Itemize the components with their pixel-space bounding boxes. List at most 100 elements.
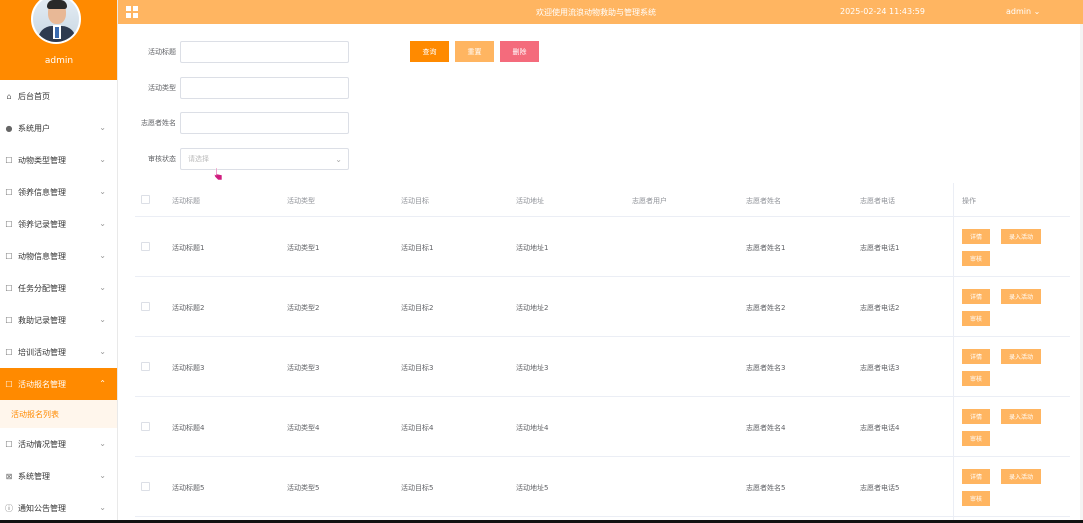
sidebar-item[interactable]: ⌂ 后台首页 [0, 80, 117, 112]
volunteer-label: 志愿者姓名 [141, 119, 176, 127]
system-title: 欢迎使用流浪动物救助与管理系统 [536, 8, 656, 17]
doc-icon: ☐ [5, 347, 13, 357]
detail-button[interactable]: 详情 [962, 409, 990, 424]
volunteer-search-row: 志愿者姓名 [118, 112, 349, 134]
table-cell: 志愿者姓名4 [746, 424, 786, 432]
pointer-cursor-icon [213, 167, 223, 181]
table-cell: 志愿者电话1 [860, 244, 900, 252]
chevron-down-icon: ⌄ [99, 155, 106, 164]
row-checkbox[interactable] [141, 482, 150, 491]
sidebar-item-label: 培训活动管理 [18, 347, 66, 357]
table-cell: 活动地址4 [516, 424, 549, 432]
sidebar-item[interactable]: ☐ 领养信息管理 ⌄ [0, 176, 117, 208]
title-input[interactable] [180, 41, 349, 63]
table-row: 活动标题1 活动类型1 活动目标1 活动地址1 志愿者姓名1 志愿者电话1 详情 录入活动 审核 [135, 217, 1070, 277]
table-cell: 活动目标2 [401, 304, 434, 312]
chevron-down-icon: ⌄ [335, 155, 342, 164]
doc-icon: ☐ [5, 439, 13, 449]
doc-icon: ☐ [5, 219, 13, 229]
doc-icon: ☐ [5, 251, 13, 261]
review-button[interactable]: 审核 [962, 371, 990, 386]
sidebar-item[interactable]: ☐ 救助记录管理 ⌄ [0, 304, 117, 336]
detail-button[interactable]: 详情 [962, 469, 990, 484]
sidebar-item[interactable]: ☐ 任务分配管理 ⌄ [0, 272, 117, 304]
detail-button[interactable]: 详情 [962, 349, 990, 364]
row-checkbox[interactable] [141, 362, 150, 371]
title-search-row: 活动标题 [118, 41, 349, 63]
table-cell: 活动目标5 [401, 484, 434, 492]
sidebar-item[interactable]: ☐ 动物信息管理 ⌄ [0, 240, 117, 272]
table-cell: 活动目标1 [401, 244, 434, 252]
sidebar-subitem[interactable]: 活动报名列表 [0, 400, 117, 428]
table-cell: 活动类型5 [287, 484, 320, 492]
table-cell: 活动地址3 [516, 364, 549, 372]
sidebar-item[interactable]: ☐ 领养记录管理 ⌄ [0, 208, 117, 240]
sidebar-item[interactable]: ☐ 活动报名管理 ⌃ [0, 368, 117, 400]
status-search-row: 审核状态 请选择 ⌄ [118, 148, 349, 170]
doc-icon: ☐ [5, 315, 13, 325]
sidebar-item[interactable]: ● 系统用户 ⌄ [0, 112, 117, 144]
volunteer-input[interactable] [180, 112, 349, 134]
sidebar-item-label: 活动报名管理 [18, 379, 66, 389]
reset-button[interactable]: 重置 [455, 41, 494, 62]
chevron-down-icon: ⌄ [99, 347, 106, 356]
review-button[interactable]: 审核 [962, 491, 990, 506]
join-activity-button[interactable]: 录入活动 [1001, 409, 1041, 424]
query-button[interactable]: 查询 [410, 41, 449, 62]
table-row: 活动标题5 活动类型5 活动目标5 活动地址5 志愿者姓名5 志愿者电话5 详情 录入活动 审核 [135, 457, 1070, 517]
sidebar-item-label: 领养信息管理 [18, 187, 66, 197]
row-checkbox[interactable] [141, 422, 150, 431]
info-icon: ⓘ [5, 503, 13, 513]
doc-icon: ☐ [5, 379, 13, 389]
join-activity-button[interactable]: 录入活动 [1001, 469, 1041, 484]
sidebar-item[interactable]: ☐ 动物类型管理 ⌄ [0, 144, 117, 176]
chevron-down-icon: ⌄ [99, 439, 106, 448]
type-input[interactable] [180, 77, 349, 99]
column-header: 志愿者姓名 [746, 197, 781, 205]
sidebar-item[interactable]: ☐ 培训活动管理 ⌄ [0, 336, 117, 368]
join-activity-button[interactable]: 录入活动 [1001, 349, 1041, 364]
user-icon: ● [5, 123, 13, 133]
top-bar: 欢迎使用流浪动物救助与管理系统 2025-02-24 11:43:59 admi… [118, 0, 1083, 24]
detail-button[interactable]: 详情 [962, 289, 990, 304]
join-activity-button[interactable]: 录入活动 [1001, 289, 1041, 304]
sidebar-item[interactable]: ⓘ 通知公告管理 ⌄ [0, 492, 117, 523]
sidebar-item-label: 领养记录管理 [18, 219, 66, 229]
sidebar-item-label: 后台首页 [18, 91, 50, 101]
column-header: 活动类型 [287, 197, 315, 205]
avatar [31, 0, 81, 44]
menu-toggle-icon[interactable] [126, 6, 138, 18]
sidebar: admin ⌂ 后台首页 ● 系统用户 ⌄ ☐ 动物类型管理 ⌄ ☐ 领养信息管理 ⌄ ☐ 领养记录管理… [0, 0, 118, 523]
review-button[interactable]: 审核 [962, 311, 990, 326]
sidebar-item[interactable]: ☐ 活动情况管理 ⌄ [0, 428, 117, 460]
table-cell: 活动类型3 [287, 364, 320, 372]
sidebar-item[interactable]: ⊠ 系统管理 ⌄ [0, 460, 117, 492]
user-dropdown[interactable]: admin ⌄ [1006, 7, 1040, 16]
column-header: 活动标题 [172, 197, 200, 205]
detail-button[interactable]: 详情 [962, 229, 990, 244]
column-header: 操作 [962, 197, 976, 205]
row-checkbox[interactable] [141, 302, 150, 311]
chevron-down-icon: ⌄ [99, 471, 106, 480]
doc-icon: ☐ [5, 187, 13, 197]
row-checkbox[interactable] [141, 242, 150, 251]
table-cell: 活动地址5 [516, 484, 549, 492]
registration-table: 活动标题 活动类型 活动目标 活动地址 志愿者用户 志愿者姓名 志愿者电话 操作 活动标题1 活… [135, 183, 1070, 523]
sidebar-item-label: 救助记录管理 [18, 315, 66, 325]
table-cell: 活动标题2 [172, 304, 205, 312]
chevron-down-icon: ⌄ [99, 503, 106, 512]
table-cell: 志愿者电话4 [860, 424, 900, 432]
table-cell: 活动类型1 [287, 244, 320, 252]
title-label: 活动标题 [148, 48, 176, 56]
review-button[interactable]: 审核 [962, 251, 990, 266]
status-select[interactable]: 请选择 ⌄ [180, 148, 349, 170]
delete-button[interactable]: 删除 [500, 41, 539, 62]
review-button[interactable]: 审核 [962, 431, 990, 446]
join-activity-button[interactable]: 录入活动 [1001, 229, 1041, 244]
select-all-checkbox[interactable] [141, 195, 150, 204]
chevron-down-icon: ⌄ [99, 187, 106, 196]
sidebar-item-label: 动物类型管理 [18, 155, 66, 165]
table-cell: 志愿者电话3 [860, 364, 900, 372]
sidebar-item-label: 通知公告管理 [18, 503, 66, 513]
status-placeholder: 请选择 [188, 155, 209, 163]
